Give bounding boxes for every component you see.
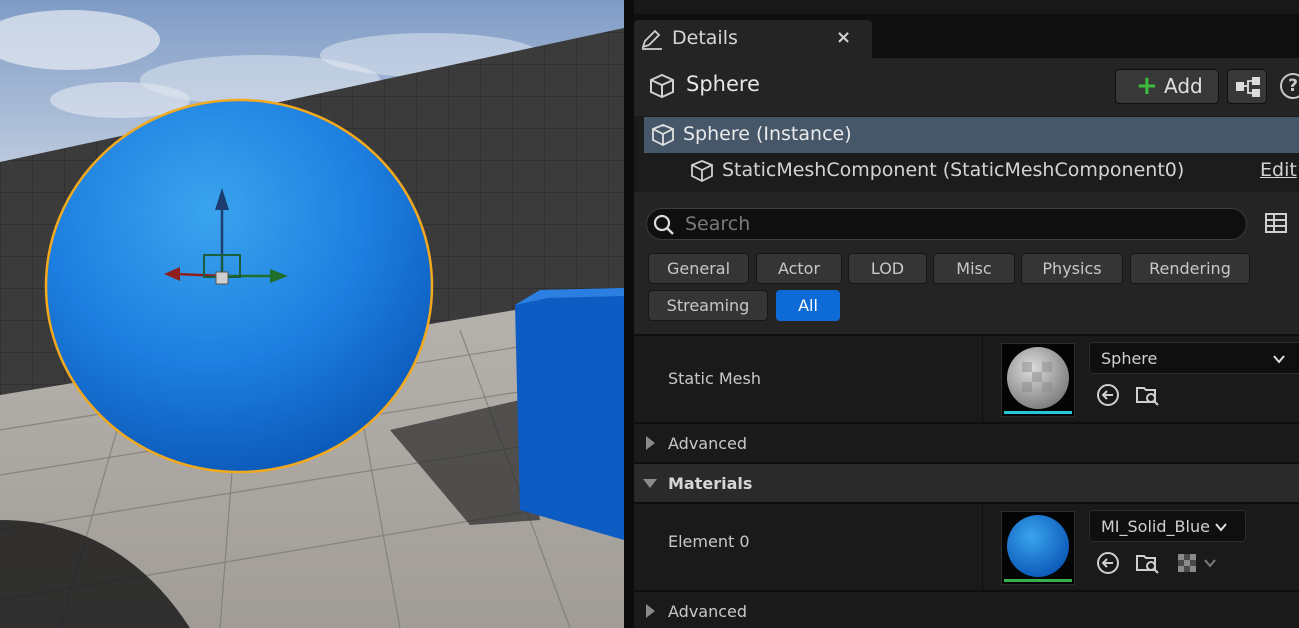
mesh-thumbnail[interactable]: [1001, 343, 1075, 417]
use-selected-arrow-icon[interactable]: [1096, 551, 1120, 575]
plus-icon: +: [1136, 71, 1158, 101]
add-component-button[interactable]: + Add: [1115, 69, 1219, 104]
materials-label: Materials: [668, 474, 753, 493]
tab-strip: Details ×: [634, 0, 1299, 58]
actor-cube-icon: [650, 73, 674, 99]
pencil-icon: [641, 29, 662, 50]
filter-misc[interactable]: Misc: [933, 253, 1015, 284]
actor-name: Sphere: [686, 72, 760, 96]
blueprint-hierarchy-icon: [1236, 77, 1260, 97]
materials-section-header[interactable]: Materials: [634, 464, 1299, 502]
element0-label: Element 0: [668, 532, 750, 551]
browse-asset-icon[interactable]: [1135, 551, 1159, 575]
filter-streaming[interactable]: Streaming: [648, 290, 768, 321]
search-box[interactable]: [646, 208, 1247, 240]
blueprint-button[interactable]: [1227, 69, 1267, 104]
actor-cube-icon: [652, 124, 674, 147]
filter-all[interactable]: All: [776, 290, 840, 321]
column-divider: [982, 336, 983, 422]
tab-details[interactable]: Details ×: [634, 20, 872, 58]
filter-actor[interactable]: Actor: [756, 253, 842, 284]
chevron-down-icon: [1273, 355, 1285, 364]
use-selected-arrow-icon[interactable]: [1096, 383, 1120, 407]
advanced-expander[interactable]: Advanced: [634, 424, 1299, 462]
component-row-staticmesh[interactable]: StaticMeshComponent (StaticMeshComponent…: [644, 153, 1299, 189]
search-input[interactable]: [685, 211, 1225, 237]
static-mesh-label: Static Mesh: [668, 369, 761, 388]
viewport-scene[interactable]: [0, 0, 624, 628]
details-panel: Details × Sphere + Add ? Sphere (Instanc…: [634, 0, 1299, 628]
panel-splitter[interactable]: [624, 0, 634, 628]
filter-physics[interactable]: Physics: [1021, 253, 1123, 284]
material-value: MI_Solid_Blue: [1101, 517, 1210, 536]
column-divider: [982, 504, 983, 590]
static-mesh-value: Sphere: [1101, 349, 1158, 368]
chevron-down-icon: [1215, 523, 1227, 532]
advanced-label: Advanced: [668, 602, 748, 621]
level-viewport[interactable]: [0, 0, 624, 628]
table-view-icon[interactable]: [1265, 212, 1287, 234]
filter-rendering[interactable]: Rendering: [1130, 253, 1250, 284]
browse-asset-icon[interactable]: [1135, 383, 1159, 407]
component-tree: Sphere (Instance) StaticMeshComponent (S…: [638, 116, 1299, 192]
add-button-label: Add: [1164, 74, 1203, 98]
element0-row: Element 0 MI_Solid_Blue: [634, 504, 1299, 590]
asset-type-bar: [1004, 411, 1072, 414]
filter-general[interactable]: General: [648, 253, 749, 284]
material-preview-image: [1007, 515, 1069, 577]
static-mesh-dropdown[interactable]: Sphere: [1089, 342, 1299, 374]
filter-area: General Actor LOD Misc Physics Rendering…: [634, 192, 1299, 334]
advanced-label: Advanced: [668, 434, 748, 453]
close-icon[interactable]: ×: [836, 28, 851, 48]
component-row-instance[interactable]: Sphere (Instance): [644, 117, 1299, 153]
tab-strip-bar: [634, 0, 1299, 14]
material-thumbnail[interactable]: [1001, 511, 1075, 585]
asset-type-bar: [1004, 579, 1072, 582]
static-mesh-icon: [691, 160, 713, 183]
help-icon[interactable]: ?: [1280, 73, 1299, 99]
expand-arrow-icon: [646, 436, 655, 450]
material-dropdown[interactable]: MI_Solid_Blue: [1089, 510, 1246, 542]
static-mesh-row: Static Mesh Sphere: [634, 336, 1299, 422]
component-label: Sphere (Instance): [683, 123, 852, 145]
chevron-down-icon[interactable]: [1202, 555, 1218, 571]
component-label: StaticMeshComponent (StaticMeshComponent…: [722, 159, 1185, 181]
filter-lod[interactable]: LOD: [848, 253, 927, 284]
mesh-preview-image: [1007, 347, 1069, 409]
advanced-expander[interactable]: Advanced: [634, 592, 1299, 628]
edit-link[interactable]: Edit: [1260, 159, 1297, 181]
search-icon: [653, 214, 674, 235]
actor-header: Sphere + Add ?: [634, 58, 1299, 116]
checker-texture-icon[interactable]: [1175, 551, 1199, 575]
collapse-arrow-icon: [643, 479, 657, 488]
tab-details-label: Details: [672, 27, 738, 49]
expand-arrow-icon: [646, 604, 655, 618]
